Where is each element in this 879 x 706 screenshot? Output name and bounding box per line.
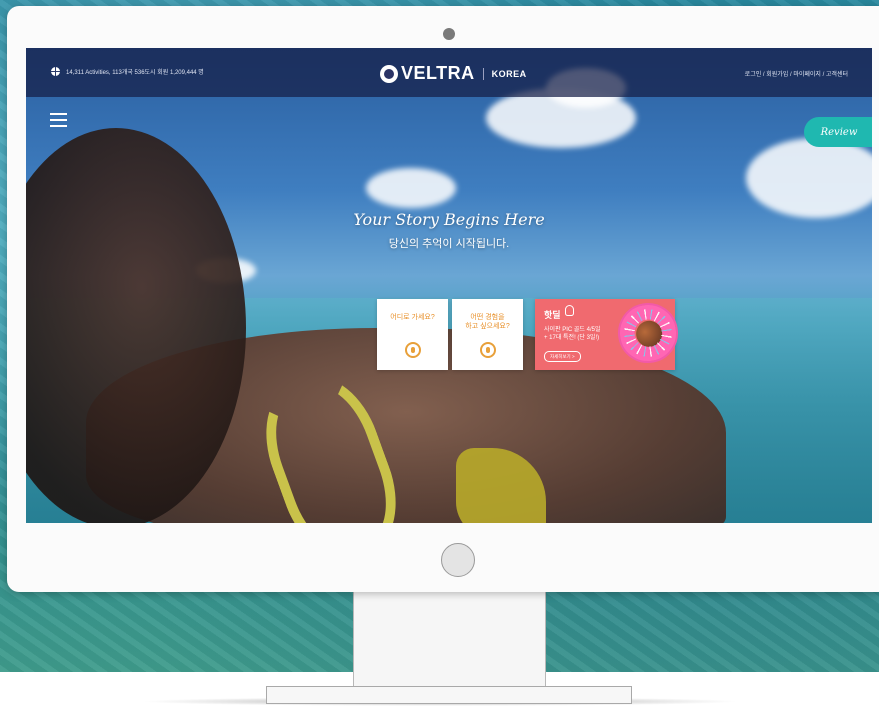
brand-country: KOREA [491,68,527,79]
hotdeal-more-button[interactable]: 자세히보기 > [544,351,581,362]
hotdeal-title: 핫딜 [544,310,561,320]
brand-logo[interactable]: VELTRA KOREA [380,63,527,84]
destination-card-label: 어디로 가세요? [390,314,435,321]
hamburger-icon[interactable] [50,113,67,127]
review-tab[interactable]: Review [804,117,872,147]
brand-divider [482,67,484,80]
experience-card[interactable]: 어떤 경험을 하고 싶으세요? [452,299,523,370]
brand-name: VELTRA [401,63,475,83]
stats-text: 14,311 Activities, 113개국 536도시 회원 1,209,… [66,70,204,76]
monitor-stand-base [266,686,632,704]
hero-subtitle: 당신의 추억이 시작됩니다. [388,238,510,250]
monitor-stand-neck [353,592,546,688]
site-stats: 14,311 Activities, 113개국 536도시 회원 1,209,… [51,67,204,76]
hero-title: Your Story Begins Here [353,210,545,229]
monitor-button [441,543,475,577]
map-pin-icon [404,342,421,358]
veltra-logo-icon [380,64,398,83]
heart-icon [479,342,496,358]
globe-icon[interactable] [51,67,60,76]
website-screen: 14,311 Activities, 113개국 536도시 회원 1,209,… [26,48,872,523]
hand-pointer-icon [565,305,574,316]
experience-card-label: 어떤 경험을 하고 싶으세요? [465,314,510,330]
cloud [366,168,456,208]
site-header: 14,311 Activities, 113개국 536도시 회원 1,209,… [26,48,872,97]
camera-dot [443,28,455,40]
destination-card[interactable]: 어디로 가세요? [377,299,448,370]
account-links[interactable]: 로그인 / 회원가입 / 마이페이지 / 고객센터 [745,69,848,78]
hotdeal-description: 사이판 PIC 골드 4/5일 + 17대 특전! (단 3일!) [544,327,601,341]
cloud [746,138,872,218]
